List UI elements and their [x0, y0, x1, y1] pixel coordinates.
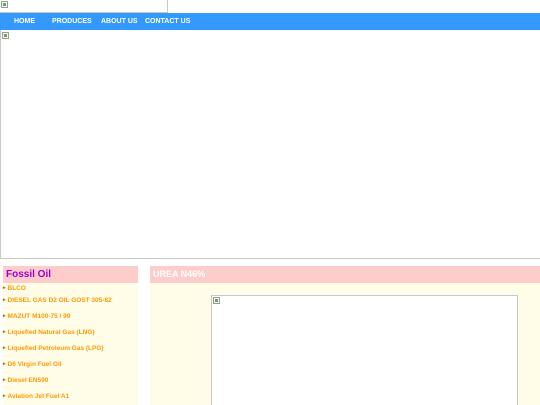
- nav-produces-link[interactable]: PRODUCES: [52, 13, 92, 30]
- featured-product-header: UREA N46%: [150, 266, 540, 283]
- page: HOME PRODUCES ABOUT US CONTACT US Fossil…: [0, 0, 540, 405]
- product-link-label: Liquefied Natural Gas (LNG): [7, 329, 95, 336]
- main-navbar: HOME PRODUCES ABOUT US CONTACT US: [0, 13, 540, 30]
- broken-image-icon: [1, 1, 8, 8]
- product-link-lng[interactable]: ▸ Liquefied Natural Gas (LNG): [3, 328, 95, 337]
- product-link-lpg[interactable]: ▸ Liquefied Petroleum Gas (LPG): [3, 344, 104, 353]
- bullet-icon: ▸: [3, 313, 6, 319]
- product-link-label: DIESEL GAS D2 OIL GOST 305-82: [7, 297, 112, 304]
- bullet-icon: ▸: [3, 297, 6, 303]
- product-link-diesel-gas-d2[interactable]: ▸ DIESEL GAS D2 OIL GOST 305-82: [3, 296, 112, 305]
- product-link-label: Diesel EN590: [7, 377, 49, 384]
- product-link-diesel-en590[interactable]: ▸ Diesel EN590: [3, 376, 48, 385]
- broken-image-icon: [2, 32, 9, 39]
- product-link-blco[interactable]: ▸ BLCO: [3, 284, 26, 293]
- nav-about-us-link[interactable]: ABOUT US: [101, 13, 138, 30]
- fossil-oil-title: Fossil Oil: [6, 269, 52, 280]
- product-link-label: MAZUT M100-75 / 99: [7, 313, 71, 320]
- logo-image: [0, 0, 168, 13]
- product-link-label: D6 Virgin Fuel Oil: [7, 361, 62, 368]
- product-link-label: Aviation Jet Fuel A1: [7, 393, 70, 400]
- product-link-aviation-jet-fuel[interactable]: ▸ Aviation Jet Fuel A1: [3, 392, 69, 401]
- bullet-icon: ▸: [3, 377, 6, 383]
- bullet-icon: ▸: [3, 329, 6, 335]
- bullet-icon: ▸: [3, 285, 6, 291]
- product-link-label: Liquefied Petroleum Gas (LPG): [7, 345, 104, 352]
- featured-product-image[interactable]: [211, 295, 518, 405]
- product-link-d6-virgin-fuel-oil[interactable]: ▸ D6 Virgin Fuel Oil: [3, 360, 62, 369]
- nav-home-link[interactable]: HOME: [14, 13, 35, 30]
- featured-product-panel: UREA N46%: [150, 266, 540, 405]
- product-link-label: BLCO: [7, 285, 26, 292]
- featured-product-title: UREA N46%: [153, 269, 206, 279]
- broken-image-icon: [213, 297, 220, 304]
- bullet-icon: ▸: [3, 345, 6, 351]
- fossil-oil-header: Fossil Oil: [3, 266, 138, 283]
- hero-banner-image: [0, 30, 540, 259]
- bullet-icon: ▸: [3, 361, 6, 367]
- nav-contact-us-link[interactable]: CONTACT US: [145, 13, 190, 30]
- fossil-oil-panel: Fossil Oil ▸ BLCO ▸ DIESEL GAS D2 OIL GOST…: [3, 266, 138, 405]
- product-link-mazut[interactable]: ▸ MAZUT M100-75 / 99: [3, 312, 70, 321]
- bullet-icon: ▸: [3, 393, 6, 399]
